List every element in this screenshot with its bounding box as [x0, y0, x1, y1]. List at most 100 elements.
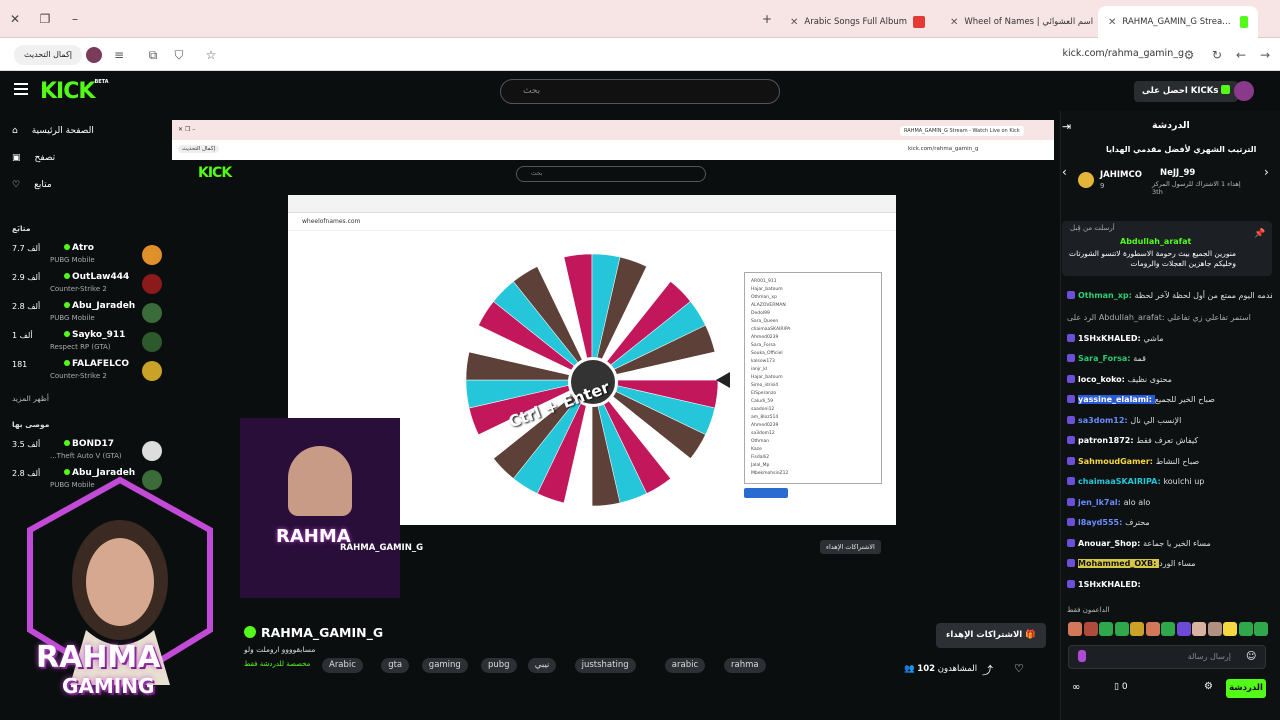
next-leader-icon[interactable]: › [1264, 165, 1269, 179]
stream-tag[interactable]: rahma [724, 658, 766, 673]
chat-message[interactable]: Mohammed_OXB: مساء الورد [1067, 558, 1272, 569]
tabs-menu-icon[interactable]: ≡ [110, 46, 128, 64]
nav-home[interactable]: ⌂ الصفحة الرئيسية [12, 126, 94, 136]
chat-username: SahmoudGamer: [1078, 456, 1156, 466]
shuffle-button[interactable] [744, 488, 788, 498]
extensions-icon[interactable]: ⧉ [144, 46, 162, 64]
chat-settings-icon[interactable]: ⚙ [1204, 681, 1213, 692]
chat-message[interactable]: SahmoudGamer: صباح النشاط [1067, 456, 1272, 467]
chat-text: مساء الخير يا جماعة [1143, 538, 1211, 548]
back-icon[interactable]: → [1256, 46, 1274, 64]
infinity-icon: ∞ [1072, 682, 1081, 693]
chat-message[interactable]: 1SHxKHALED: ماشي [1067, 333, 1272, 344]
emote-icon[interactable] [1099, 622, 1113, 636]
kick-header: KICKBETA بحث ⌕ احصل على KICKs [0, 71, 1280, 168]
gift-subs-button[interactable]: الاشتراكات الإهداء 🎁 [936, 623, 1046, 648]
emote-icon[interactable] [1238, 622, 1253, 636]
sidebar-channel[interactable]: 2.8 ألف Abu_Jaradeh PUBG Mobile [12, 300, 162, 328]
profile-avatar[interactable] [86, 47, 102, 63]
emote-icon[interactable] [1068, 622, 1082, 636]
update-button[interactable]: إكمال التحديث [14, 45, 82, 65]
chat-message[interactable]: patron1872: كيفاش تعرف فقط [1067, 435, 1272, 446]
stream-tag[interactable]: Arabic [322, 658, 363, 673]
stream-tag[interactable]: pubg [481, 658, 517, 673]
chat-message[interactable]: chaimaaSKAIRIPA: koulchi up [1067, 476, 1272, 487]
close-window-icon[interactable]: ✕ [6, 10, 24, 28]
share-icon[interactable]: ⤴ [982, 662, 993, 678]
stream-tag[interactable]: justshating [574, 658, 636, 673]
chat-input[interactable]: إرسال رسالة [1068, 645, 1266, 669]
webcam-inner: RAHMA [240, 418, 400, 598]
chat-message[interactable]: Anouar_Shop: مساء الخير يا جماعة [1067, 538, 1272, 549]
chat-message[interactable]: Othman_xp: يا رهيب المحتوى الي تقدمه الي… [1067, 290, 1272, 301]
emote-icon[interactable] [1207, 622, 1222, 636]
chat-text: ماشي [1143, 333, 1164, 343]
stream-tag[interactable]: gaming [421, 658, 468, 673]
emote-icon[interactable] [1223, 622, 1237, 636]
sidebar-channel[interactable]: 2.9 ألف OutLaw444 Counter-Strike 2 [12, 271, 162, 299]
chat-message[interactable]: jen_lk7al: alo alo [1067, 497, 1272, 508]
pin-icon[interactable]: 📌 [1254, 229, 1265, 239]
url-text[interactable]: kick.com/rahma_gamin_g [1063, 48, 1185, 59]
chat-message[interactable]: sa3dom12: الإنسب الي نال [1067, 415, 1272, 426]
emote-icon[interactable] [1192, 622, 1206, 636]
tab-close-icon[interactable]: ✕ [950, 17, 958, 28]
nav-following[interactable]: ♡ متابع [12, 180, 52, 190]
tab-close-icon[interactable]: ✕ [790, 17, 798, 28]
user-avatar[interactable] [1234, 81, 1254, 101]
entries-textarea[interactable]: AR001_911 Hajar_batoum Othman_xp ALAZOVERMA… [744, 272, 882, 484]
stream-tag[interactable]: gta [381, 658, 410, 673]
reload-icon[interactable]: ↻ [1208, 46, 1226, 64]
emote-icon[interactable] [1176, 622, 1191, 636]
leader-name[interactable]: NeJJ_99 [1160, 168, 1195, 178]
emote-icon[interactable] [1130, 622, 1144, 636]
follow-icon[interactable]: ♡ [1014, 662, 1024, 675]
chat-message[interactable]: yassine_elalami: صباح الخير للجميع [1067, 394, 1272, 405]
chat-send-button[interactable]: الدردشة [1226, 679, 1266, 698]
wheel-entry: Sara_Queen [751, 319, 779, 324]
emote-icon[interactable] [1254, 622, 1268, 636]
chat-message[interactable]: الرد على Abdullah_arafat: استمر تفاعلي ز… [1067, 312, 1272, 323]
chat-message[interactable]: loco_koko: محتوى نظيف [1067, 374, 1272, 385]
sidebar-channel[interactable]: 181 FALAFELCO Counter-Strike 2 [12, 358, 162, 386]
emote-icon[interactable] [1078, 650, 1086, 662]
sidebar-channel[interactable]: 1 ألف Sayko_911 Respect RP (GTA) [12, 329, 162, 357]
show-more-link[interactable]: أظهر المزيد [12, 394, 49, 403]
hamburger-menu-icon[interactable] [14, 83, 28, 95]
tab-kick-stream[interactable]: ✕ RAHMA_GAMIN_G Stream - Watch Live on K… [1098, 6, 1258, 38]
emote-icon[interactable] [1114, 622, 1129, 636]
chat-message[interactable]: l8ayd555: محترف [1067, 517, 1272, 528]
stream-tag[interactable]: arabic [664, 658, 706, 673]
sidebar-channel[interactable]: 3.5 ألف BOND17 ...Theft Auto V (GTA) [12, 438, 162, 466]
tab-wheel-of-names[interactable]: ✕ Wheel of Names | اسم العشوائي [940, 6, 1096, 38]
maximize-window-icon[interactable]: ❐ [36, 10, 54, 28]
prev-leader-icon[interactable]: ‹ [1062, 165, 1067, 179]
get-kicks-button[interactable]: احصل على KICKs [1134, 81, 1239, 102]
stream-tag[interactable]: نيبي [527, 658, 557, 673]
emoji-picker-icon[interactable]: ☺ [1246, 651, 1256, 662]
emote-icon[interactable] [1083, 622, 1098, 636]
chat-message[interactable]: 1SHxKHALED: [1067, 579, 1272, 590]
leader-name[interactable]: JAHIMCO [1100, 170, 1142, 180]
site-settings-icon[interactable]: ⚙ [1180, 46, 1198, 64]
recommended-title: موصى بها [12, 420, 50, 429]
minimize-window-icon[interactable]: – [66, 10, 84, 28]
tab-arabic-songs[interactable]: ✕ Arabic Songs Full Album [780, 6, 938, 38]
pinned-message[interactable]: أرسلت من قِبل Abdullah_arafat منورين الج… [1062, 221, 1272, 276]
collapse-chat-icon[interactable]: ⇥ [1062, 120, 1071, 133]
kick-logo[interactable]: KICKBETA [40, 79, 109, 104]
channel-name[interactable]: RAHMA_GAMIN_G [261, 625, 383, 640]
search-input[interactable]: بحث [500, 79, 780, 104]
shield-icon[interactable]: ⛉ [170, 46, 188, 64]
chat-message[interactable]: Sara_Forsa: قمة [1067, 353, 1272, 364]
new-tab-icon[interactable]: + [758, 10, 776, 28]
emote-icon[interactable] [1161, 622, 1175, 636]
bookmark-star-icon[interactable]: ☆ [202, 46, 220, 64]
badge-icon [1067, 456, 1075, 465]
sidebar-channel[interactable]: 7.7 ألف Atro PUBG Mobile [12, 242, 162, 270]
nav-browse[interactable]: ▣ تصفح [12, 153, 55, 163]
forward-icon[interactable]: ← [1232, 46, 1250, 64]
wheel-entry: Hajar_batoum [751, 287, 783, 292]
tab-close-icon[interactable]: ✕ [1108, 17, 1116, 28]
emote-icon[interactable] [1145, 622, 1160, 636]
